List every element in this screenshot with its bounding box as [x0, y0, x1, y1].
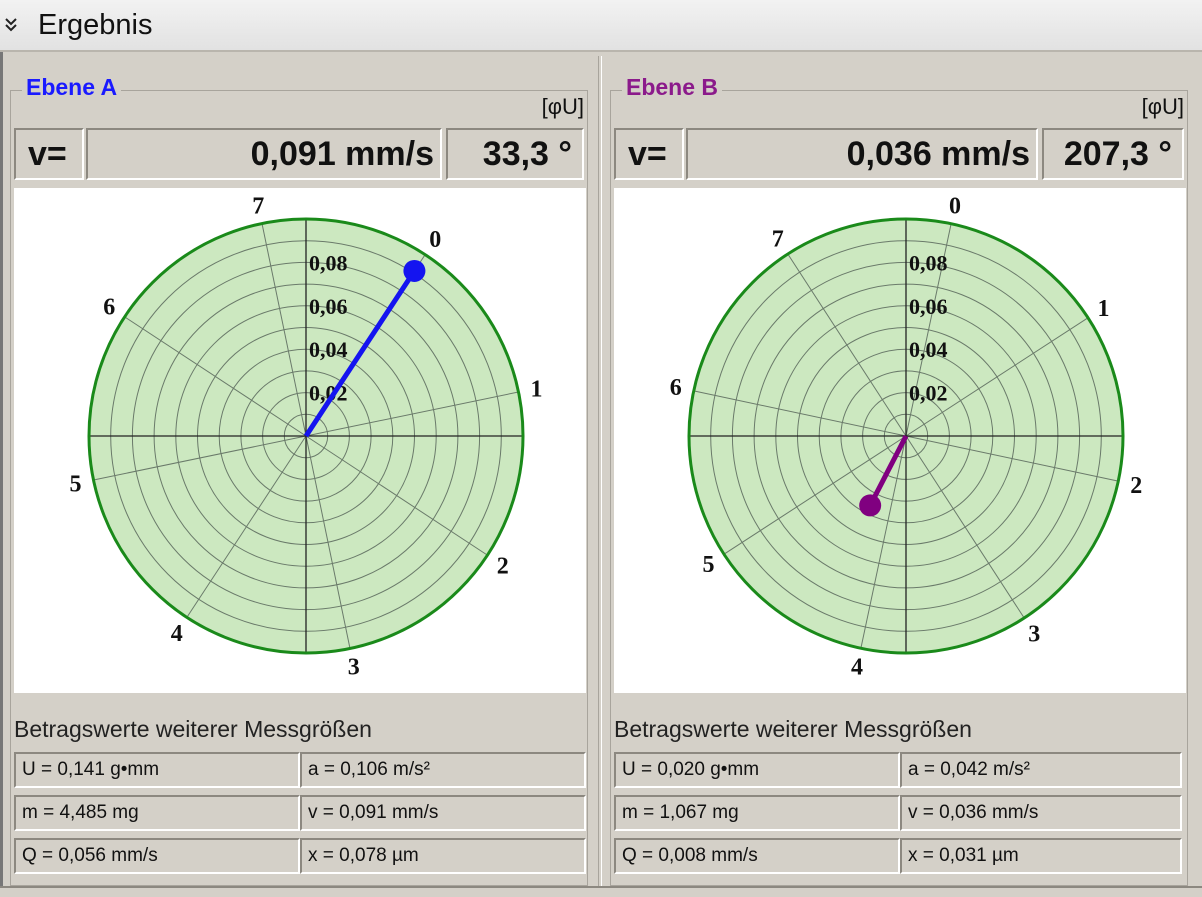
left-border: [0, 52, 3, 897]
plane-b-meas-x: x = 0,031 µm: [900, 838, 1182, 874]
plane-b-title: Ebene B: [622, 74, 723, 101]
plane-b-sector-label-0: 0: [949, 194, 961, 220]
plane-a-ring-label-2: 0,06: [309, 294, 348, 319]
plane-a-meas-a: a = 0,106 m/s²: [300, 752, 586, 788]
plane-a-sector-label-7: 7: [252, 193, 264, 219]
plane-a-polar-chart: 0,020,040,060,0801234567: [69, 193, 543, 681]
plane-a-measurements-title: Betragswerte weiterer Messgrößen: [14, 716, 372, 742]
plane-a-sector-label-5: 5: [69, 472, 81, 498]
plane-a-sector-label-1: 1: [531, 376, 543, 402]
plane-b-sector-label-6: 6: [670, 375, 682, 401]
plane-b-polar-chart: 0,02 0,04 0,06 0,08 0 1 2 3 4 5 6 7: [670, 194, 1143, 681]
plane-b-meas-a: a = 0,042 m/s²: [900, 752, 1182, 788]
plane-b-sector-label-4: 4: [851, 654, 863, 680]
plane-a-polar-plot: 0,02 0,04 0,06 0,08 0 1 2 3 4 5 6 7: [14, 188, 586, 693]
plane-a-meas-q: Q = 0,056 mm/s: [14, 838, 300, 874]
plane-b-ring-label-3: 0,08: [909, 250, 948, 275]
plane-b-ring-label-2: 0,06: [909, 294, 948, 319]
plane-a-sector-label-4: 4: [171, 621, 183, 647]
panel-divider: [598, 56, 602, 886]
plane-b-meas-v: v = 0,036 mm/s: [900, 795, 1182, 831]
plane-b-vector-head: [859, 494, 882, 517]
plane-b-sector-label-5: 5: [703, 552, 715, 578]
plane-a-sector-label-3: 3: [348, 655, 360, 681]
plane-a-v-label: v=: [14, 128, 84, 180]
plane-b-sector-label-7: 7: [772, 227, 784, 253]
bottom-border: [0, 886, 1202, 897]
plane-b-sector-label-2: 2: [1130, 473, 1142, 499]
plane-b-measurements-title: Betragswerte weiterer Messgrößen: [614, 716, 972, 742]
plane-b-unit-tag[interactable]: [φU]: [1142, 94, 1184, 120]
plane-a-meas-v: v = 0,091 mm/s: [300, 795, 586, 831]
plane-a-sector-label-0: 0: [429, 227, 441, 253]
plane-a-sector-label-2: 2: [497, 553, 509, 579]
plane-a-ring-label-1: 0,04: [309, 337, 348, 362]
plane-a-ring-label-3: 0,08: [309, 250, 348, 275]
plane-b-ring-label-0: 0,02: [909, 381, 948, 406]
plane-b-velocity-value: 0,036 mm/s: [686, 128, 1038, 180]
plane-a-meas-x: x = 0,078 µm: [300, 838, 586, 874]
plane-a-sector-label-6: 6: [103, 295, 115, 321]
plane-a-meas-m: m = 4,485 mg: [14, 795, 300, 831]
result-title: Ergebnis: [38, 9, 153, 41]
plane-b-meas-m: m = 1,067 mg: [614, 795, 900, 831]
plane-a-title: Ebene A: [22, 74, 122, 101]
plane-b-v-label: v=: [614, 128, 684, 180]
plane-b-meas-u: U = 0,020 g•mm: [614, 752, 900, 788]
plane-b-panel: Ebene B [φU] v= 0,036 mm/s 207,3 ° 0,02 0…: [604, 56, 1192, 886]
plane-a-meas-u: U = 0,141 g•mm: [14, 752, 300, 788]
plane-a-unit-tag[interactable]: [φU]: [542, 94, 584, 120]
plane-b-sector-label-3: 3: [1028, 621, 1040, 647]
plane-b-meas-q: Q = 0,008 mm/s: [614, 838, 900, 874]
plane-a-angle-value: 33,3 °: [446, 128, 584, 180]
plane-b-polar-plot: 0,02 0,04 0,06 0,08 0 1 2 3 4 5 6 7: [614, 188, 1186, 693]
result-header: Ergebnis: [0, 0, 1202, 52]
plane-a-velocity-value: 0,091 mm/s: [86, 128, 442, 180]
plane-b-angle-value: 207,3 °: [1042, 128, 1184, 180]
plane-a-panel: Ebene A [φU] v= 0,091 mm/s 33,3 ° 0,02 0,…: [4, 56, 592, 886]
double-chevron-down-icon[interactable]: [4, 15, 18, 35]
plane-b-ring-label-1: 0,04: [909, 337, 948, 362]
plane-b-sector-label-1: 1: [1097, 296, 1109, 322]
plane-a-vector-head: [403, 259, 426, 282]
